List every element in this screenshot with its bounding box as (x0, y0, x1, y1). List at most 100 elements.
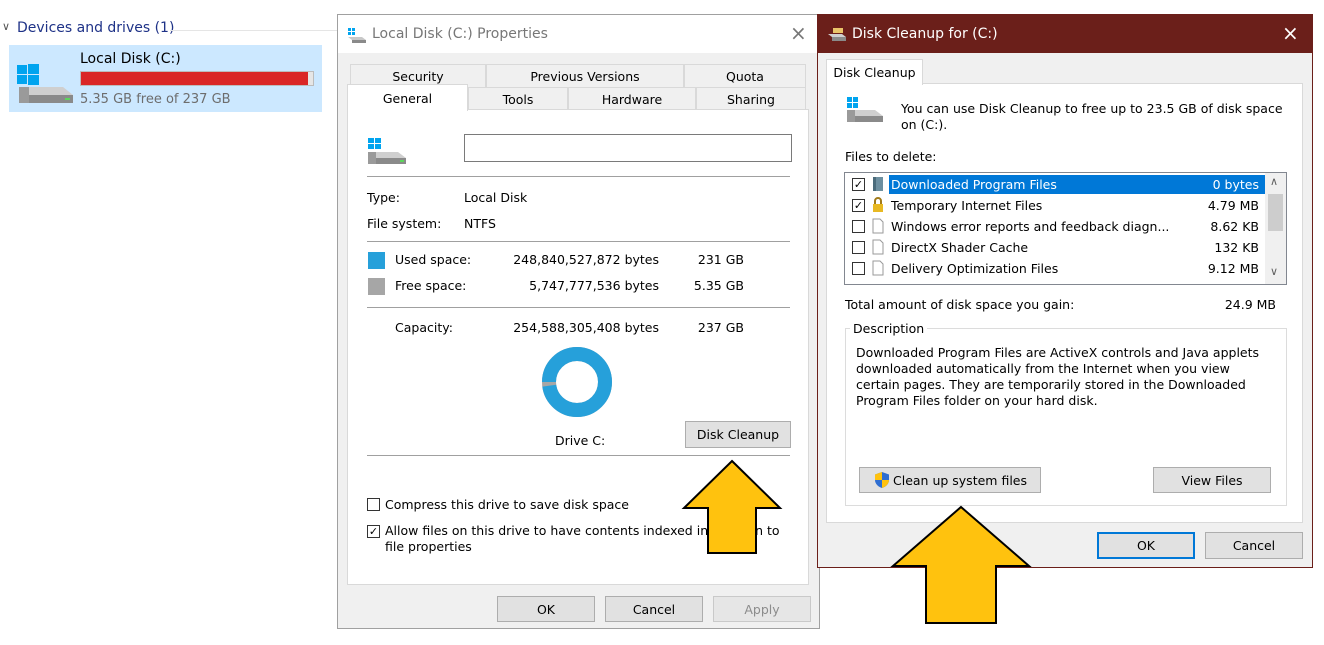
cancel-button[interactable]: Cancel (1205, 532, 1303, 559)
folder-icon (871, 176, 885, 195)
chevron-down-icon[interactable]: ∨ (1270, 265, 1278, 278)
list-item[interactable]: ✓ Downloaded Program Files 0 bytes (845, 174, 1265, 195)
close-icon[interactable]: × (1282, 21, 1299, 45)
disk-cleanup-button[interactable]: Disk Cleanup (685, 421, 791, 448)
total-gain-label: Total amount of disk space you gain: (845, 297, 1075, 312)
files-list[interactable]: ✓ Downloaded Program Files 0 bytes ✓ Tempora… (844, 172, 1287, 285)
capacity-bytes: 254,588,305,408 bytes (513, 320, 659, 335)
clean-up-system-files-button[interactable]: Clean up system files (859, 467, 1041, 493)
used-space-bytes: 248,840,527,872 bytes (513, 252, 659, 267)
annotation-arrow-up-icon (681, 459, 783, 554)
description-title: Description (850, 321, 928, 336)
compress-checkbox[interactable] (367, 498, 380, 511)
used-space-swatch (368, 252, 385, 269)
drive-icon (368, 138, 406, 164)
file-size: 9.12 MB (1207, 261, 1259, 276)
drive-tile-local-disk[interactable]: Local Disk (C:) 5.35 GB free of 237 GB (9, 45, 322, 112)
file-checkbox[interactable]: ✓ (852, 199, 865, 212)
used-space-label: Used space: (395, 252, 472, 267)
divider (367, 455, 790, 456)
free-space-label: Free space: (395, 278, 467, 293)
capacity-gb: 237 GB (697, 320, 744, 335)
tab-disk-cleanup[interactable]: Disk Cleanup (826, 59, 923, 85)
drive-icon (847, 97, 883, 122)
drive-usage-fill (81, 72, 308, 85)
drive-small-icon (348, 28, 366, 43)
uac-shield-icon (875, 472, 889, 488)
file-name: Downloaded Program Files (891, 177, 1057, 192)
disk-cleanup-dialog: Disk Cleanup for (C:) × Disk Cleanup You… (817, 14, 1313, 568)
file-size: 132 KB (1214, 240, 1259, 255)
tab-quota[interactable]: Quota (684, 64, 806, 88)
total-gain-value: 24.9 MB (1224, 297, 1276, 312)
type-label: Type: (367, 190, 400, 205)
ok-button[interactable]: OK (497, 596, 595, 622)
view-files-button[interactable]: View Files (1153, 467, 1271, 493)
tab-tools[interactable]: Tools (468, 87, 568, 110)
file-system-label: File system: (367, 216, 442, 231)
tab-general[interactable]: General (347, 84, 468, 111)
file-size: 8.62 KB (1210, 219, 1259, 234)
free-space-bytes: 5,747,777,536 bytes (529, 278, 659, 293)
used-space-gb: 231 GB (697, 252, 744, 267)
disk-cleanup-icon (828, 28, 846, 41)
drive-usage-bar (80, 71, 314, 86)
file-name: Windows error reports and feedback diagn… (891, 219, 1170, 234)
drive-name: Local Disk (C:) (80, 51, 181, 67)
close-icon[interactable]: × (790, 21, 807, 45)
donut-used-arc (542, 347, 612, 417)
file-checkbox[interactable] (852, 220, 865, 233)
list-scrollbar[interactable]: ∧ ∨ (1265, 173, 1286, 284)
drive-icon (17, 64, 73, 103)
index-checkbox[interactable]: ✓ (367, 525, 380, 538)
tab-hardware[interactable]: Hardware (568, 87, 696, 110)
explorer-pane: ∨ Devices and drives (1) Local Disk (C:)… (0, 0, 340, 645)
annotation-arrow-up-icon (890, 505, 1032, 624)
file-name: Delivery Optimization Files (891, 261, 1059, 276)
drive-label: Drive C: (555, 433, 606, 448)
divider (367, 241, 790, 242)
divider (367, 307, 790, 308)
file-checkbox[interactable]: ✓ (852, 178, 865, 191)
file-rows: ✓ Downloaded Program Files 0 bytes ✓ Tempora… (845, 174, 1265, 284)
tab-previous-versions[interactable]: Previous Versions (486, 64, 684, 88)
ok-button[interactable]: OK (1097, 532, 1195, 559)
file-checkbox[interactable] (852, 262, 865, 275)
chevron-down-icon[interactable]: ∨ (2, 20, 10, 33)
list-item[interactable]: ✓ Temporary Internet Files 4.79 MB (845, 195, 1265, 216)
file-checkbox[interactable] (852, 241, 865, 254)
file-size: 0 bytes (1212, 177, 1259, 192)
file-system-value: NTFS (464, 216, 496, 231)
tab-sharing[interactable]: Sharing (696, 87, 806, 110)
cleanup-titlebar[interactable]: Disk Cleanup for (C:) × (818, 15, 1312, 53)
cancel-button[interactable]: Cancel (605, 596, 703, 622)
capacity-label: Capacity: (395, 320, 453, 335)
cleanup-title: Disk Cleanup for (C:) (852, 26, 998, 42)
list-item[interactable]: DirectX Shader Cache 132 KB (845, 237, 1265, 258)
scrollbar-thumb[interactable] (1268, 194, 1283, 231)
lock-icon (871, 197, 885, 216)
free-space-swatch (368, 278, 385, 295)
file-icon (871, 239, 885, 258)
properties-title: Local Disk (C:) Properties (372, 26, 548, 42)
compress-label: Compress this drive to save disk space (385, 497, 629, 512)
free-space-gb: 5.35 GB (693, 278, 744, 293)
list-item[interactable]: Windows error reports and feedback diagn… (845, 216, 1265, 237)
section-divider (170, 30, 338, 31)
chevron-up-icon[interactable]: ∧ (1270, 175, 1278, 188)
drive-usage-donut (542, 347, 612, 417)
file-icon (871, 260, 885, 279)
clean-up-system-files-label: Clean up system files (893, 472, 1027, 488)
apply-button[interactable]: Apply (713, 596, 811, 622)
section-title[interactable]: Devices and drives (1) (17, 20, 174, 36)
list-item[interactable]: Delivery Optimization Files 9.12 MB (845, 258, 1265, 279)
properties-titlebar[interactable]: Local Disk (C:) Properties × (338, 15, 819, 53)
files-to-delete-label: Files to delete: (845, 149, 937, 164)
drive-free-text: 5.35 GB free of 237 GB (80, 92, 231, 107)
description-text: Downloaded Program Files are ActiveX con… (856, 345, 1260, 408)
divider (367, 176, 790, 177)
cleanup-intro: You can use Disk Cleanup to free up to 2… (901, 101, 1283, 132)
file-name: Temporary Internet Files (891, 198, 1043, 213)
drive-name-input[interactable] (464, 134, 792, 162)
file-name: DirectX Shader Cache (891, 240, 1029, 255)
